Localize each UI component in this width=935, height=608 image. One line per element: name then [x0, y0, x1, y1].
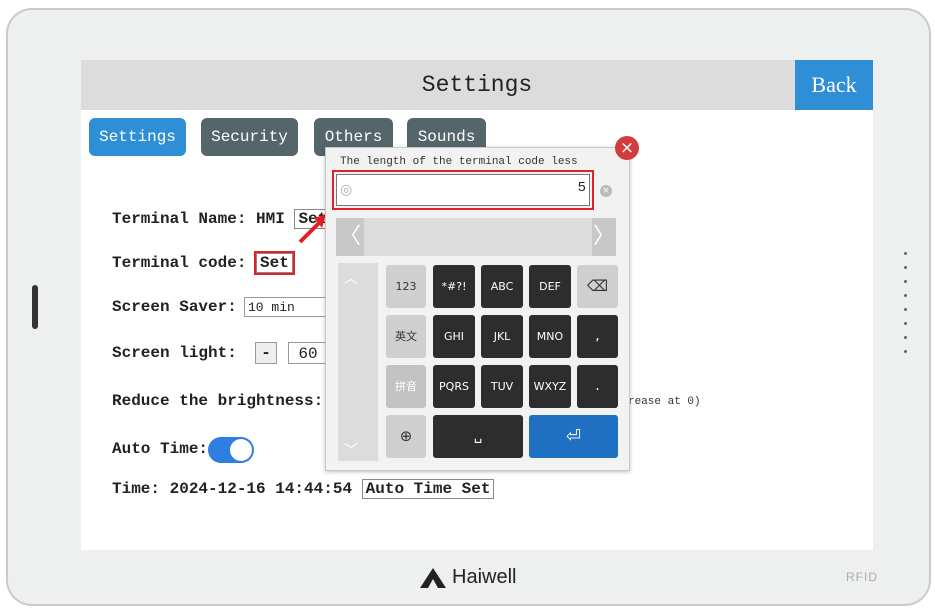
chevron-down-icon[interactable]: ﹀ [344, 440, 358, 460]
eye-icon[interactable]: ◎ [340, 182, 352, 198]
speaker-dot [904, 252, 907, 255]
key-ghi[interactable]: GHI [433, 315, 475, 358]
key-symbols[interactable]: *#?! [433, 265, 475, 308]
screen-light-label: Screen light: [112, 344, 237, 362]
speaker-dot [904, 336, 907, 339]
speaker-dot [904, 266, 907, 269]
haiwell-logo-icon [420, 568, 446, 588]
globe-icon[interactable]: ⊕ [386, 415, 426, 458]
key-pqrs[interactable]: PQRS [433, 365, 475, 408]
keyboard-side-column [338, 263, 378, 461]
rfid-label: RFID [846, 570, 878, 584]
chevron-left-icon[interactable]: 〈 [336, 218, 364, 256]
time-label: Time: 2024-12-16 14:44:54 [112, 480, 353, 498]
screen-light-value[interactable]: 60 [288, 342, 328, 364]
screen-saver-select[interactable]: 10 min [244, 297, 330, 317]
terminal-code-row: Terminal code: Set [112, 251, 295, 275]
speaker-dot [904, 308, 907, 311]
time-row: Time: 2024-12-16 14:44:54 Auto Time Set [112, 479, 495, 499]
terminal-code-label: Terminal code: [112, 254, 247, 272]
device-side-button [32, 285, 38, 329]
key-tuv[interactable]: TUV [481, 365, 523, 408]
key-period[interactable]: . [577, 365, 618, 408]
brand-name: Haiwell [452, 566, 517, 588]
highlight-box [332, 170, 594, 210]
page-title: Settings [421, 72, 533, 98]
reduce-brightness-hint: rease at 0) [628, 396, 701, 408]
key-comma[interactable]: , [577, 315, 618, 358]
close-icon[interactable]: × [615, 136, 639, 160]
speaker-dot [904, 294, 907, 297]
speaker-dot [904, 322, 907, 325]
speaker-dot [904, 280, 907, 283]
tab-settings[interactable]: Settings [89, 118, 186, 156]
space-key[interactable]: ␣ [433, 415, 523, 458]
chevron-up-icon[interactable]: ︿ [344, 268, 358, 288]
clear-icon[interactable]: × [600, 185, 612, 197]
toggle-knob [230, 439, 252, 461]
reduce-brightness-label: Reduce the brightness: [112, 392, 324, 410]
key-123[interactable]: 123 [386, 265, 426, 308]
code-input-value: 5 [577, 180, 586, 196]
screen-light-decrease-button[interactable]: - [255, 342, 277, 364]
keyboard-hint: The length of the terminal code less [340, 156, 578, 168]
auto-time-label: Auto Time: [112, 440, 209, 458]
key-def[interactable]: DEF [529, 265, 571, 308]
key-abc[interactable]: ABC [481, 265, 523, 308]
key-wxyz[interactable]: WXYZ [529, 365, 571, 408]
key-mno[interactable]: MNO [529, 315, 571, 358]
screen-saver-label: Screen Saver: [112, 298, 237, 316]
auto-time-set-button[interactable]: Auto Time Set [361, 479, 495, 499]
enter-key[interactable]: ⏎ [529, 415, 618, 458]
key-lang[interactable]: 英文 [386, 315, 426, 358]
speaker-dot [904, 350, 907, 353]
backspace-icon[interactable]: ⌫ [577, 265, 618, 308]
terminal-code-set-button[interactable]: Set [254, 251, 295, 275]
chevron-right-icon[interactable]: 〉 [592, 218, 616, 256]
candidate-bar [336, 218, 616, 256]
back-button[interactable]: Back [795, 60, 873, 110]
tab-security[interactable]: Security [201, 118, 298, 156]
key-jkl[interactable]: JKL [481, 315, 523, 358]
terminal-name-label: Terminal Name: HMI [112, 210, 285, 228]
key-pinyin[interactable]: 拼音 [386, 365, 426, 408]
